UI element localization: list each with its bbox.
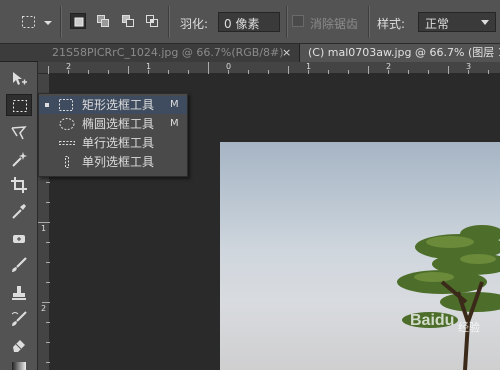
marquee-tool[interactable]	[6, 94, 32, 116]
brush-tool[interactable]	[6, 254, 32, 276]
single-column-marquee-icon	[65, 156, 69, 168]
shortcut-label: M	[170, 118, 179, 129]
eraser-icon	[13, 340, 25, 352]
ruler-label: 2	[66, 62, 72, 71]
new-selection-icon	[74, 17, 84, 27]
ruler-label: 2	[41, 304, 47, 313]
flyout-item-label: 椭圆选框工具	[82, 117, 155, 131]
eyedropper-icon	[12, 204, 26, 219]
feather-label: 羽化:	[180, 17, 209, 31]
history-brush-tool[interactable]	[6, 308, 32, 330]
svg-text:Baidu: Baidu	[410, 312, 454, 329]
subtract-from-selection-button[interactable]	[120, 13, 136, 29]
intersect-selection-icon	[146, 15, 158, 27]
ruler-ticks	[48, 62, 489, 74]
move-tool-icon	[13, 72, 27, 85]
shortcut-label: M	[170, 99, 179, 110]
options-bar: 羽化: 0 像素 消除锯齿 样式: 正常	[0, 0, 500, 44]
marquee-tool-flyout: 矩形选框工具 M 椭圆选框工具 M 单行选框工具 单列选框工具	[38, 93, 188, 177]
baidu-watermark-logo: Baidu 经验	[410, 312, 480, 334]
gradient-tool[interactable]	[6, 358, 32, 370]
flyout-item-elliptical-marquee[interactable]: 椭圆选框工具 M	[39, 115, 187, 133]
tab-document-1[interactable]: 21S58PICRrC_1024.jpg @ 66.7%(RGB/8#) ×	[38, 44, 300, 62]
ruler-label: 1	[306, 62, 312, 71]
marquee-preset-icon	[22, 16, 52, 28]
close-icon[interactable]: ×	[282, 44, 291, 62]
move-tool[interactable]	[6, 68, 32, 90]
add-selection-icon	[97, 15, 109, 27]
lasso-tool[interactable]	[6, 122, 32, 144]
subtract-selection-icon	[122, 15, 134, 27]
eraser-tool[interactable]	[6, 334, 32, 356]
intersect-selection-button[interactable]	[144, 13, 160, 29]
flyout-item-single-column-marquee[interactable]: 单列选框工具	[39, 153, 187, 171]
ellipse-marquee-icon	[59, 118, 75, 130]
ruler-label: 2	[386, 62, 392, 71]
lasso-tool-icon	[11, 126, 27, 140]
healing-brush-icon	[13, 235, 25, 243]
magic-wand-tool[interactable]	[6, 148, 32, 170]
antialias-checkbox[interactable]	[292, 15, 304, 27]
document-tabs: 21S58PICRrC_1024.jpg @ 66.7%(RGB/8#) × (…	[0, 44, 500, 62]
watermark: Baidu 经验	[408, 305, 496, 338]
marquee-tool-icon	[13, 100, 27, 112]
tool-preset-picker[interactable]	[18, 12, 54, 32]
eyedropper-tool[interactable]	[6, 200, 32, 222]
history-brush-icon	[11, 311, 27, 326]
crop-tool[interactable]	[6, 174, 32, 196]
selected-bullet	[45, 103, 49, 107]
flyout-item-single-row-marquee[interactable]: 单行选框工具	[39, 134, 187, 152]
antialias-label: 消除锯齿	[310, 17, 359, 31]
ruler-label: 1	[146, 62, 152, 71]
rect-marquee-icon	[59, 99, 73, 111]
style-select-value: 正常	[425, 17, 450, 31]
brush-tool-icon	[12, 257, 27, 272]
style-label: 样式:	[377, 17, 406, 31]
svg-text:经验: 经验	[458, 320, 480, 334]
horizontal-ruler: 2 1 0 1 2 3	[38, 62, 500, 74]
tab-document-2[interactable]: (C) mal0703aw.jpg @ 66.7% (图层 1	[300, 44, 500, 62]
clone-stamp-icon	[12, 286, 26, 300]
magic-wand-icon	[12, 152, 27, 167]
tab-label: 21S58PICRrC_1024.jpg @ 66.7%(RGB/8#)	[52, 46, 284, 59]
new-selection-button[interactable]	[70, 13, 86, 29]
tools-panel	[0, 62, 38, 370]
tab-label: (C) mal0703aw.jpg @ 66.7% (图层 1	[308, 46, 500, 59]
gradient-icon	[12, 362, 26, 370]
ruler-label: 1	[41, 224, 47, 233]
crop-tool-icon	[11, 177, 27, 193]
flyout-item-label: 单列选框工具	[82, 155, 155, 169]
ruler-label: 3	[466, 62, 472, 71]
single-row-marquee-icon	[59, 141, 75, 145]
flyout-item-rectangular-marquee[interactable]: 矩形选框工具 M	[39, 96, 187, 114]
flyout-item-label: 单行选框工具	[82, 136, 155, 150]
flyout-item-label: 矩形选框工具	[82, 98, 155, 112]
style-select[interactable]: 正常	[418, 12, 496, 32]
healing-brush-tool[interactable]	[6, 228, 32, 250]
ruler-label: 0	[226, 62, 232, 71]
feather-input[interactable]: 0 像素	[218, 12, 280, 32]
clone-stamp-tool[interactable]	[6, 282, 32, 304]
chevron-down-icon	[481, 20, 489, 25]
add-to-selection-button[interactable]	[95, 13, 111, 29]
